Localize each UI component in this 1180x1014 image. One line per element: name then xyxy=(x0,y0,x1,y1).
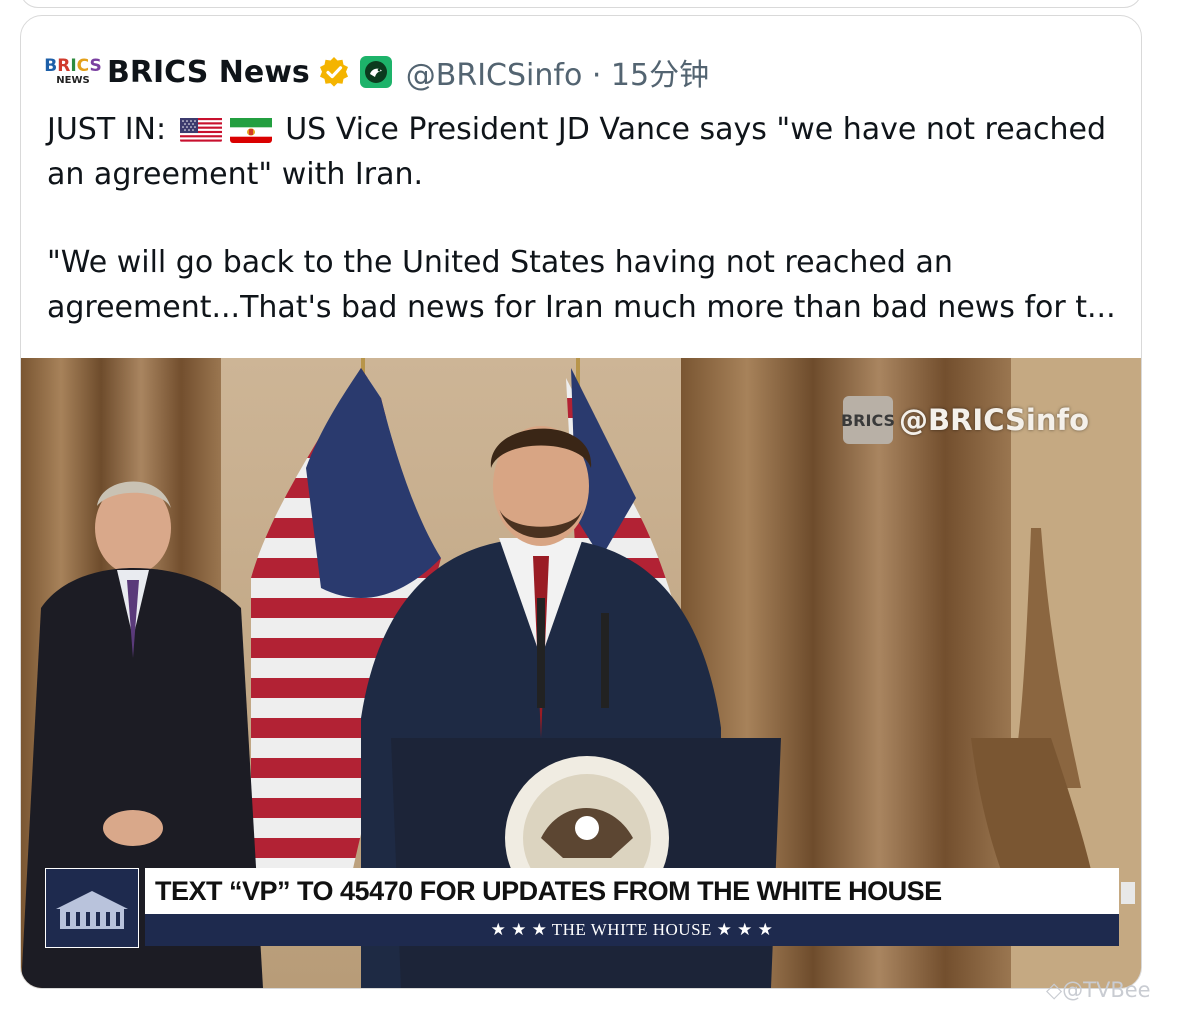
just-in-label: JUST IN: xyxy=(47,112,167,147)
tweet-video[interactable]: BRICS @BRICSinfo TEXT “VP” TO 45470 FOR … xyxy=(21,358,1141,988)
lower-third-subbar: ★ ★ ★ THE WHITE HOUSE ★ ★ ★ xyxy=(145,914,1119,946)
tvbee-logo-icon: ◇ xyxy=(1046,978,1063,1002)
tweet-card[interactable]: BRICS NEWS BRICS News @BRICSinfo · 15分钟 … xyxy=(20,15,1142,989)
verified-badge-icon xyxy=(318,56,350,88)
tvbee-watermark: ◇ @TVBee xyxy=(1046,978,1151,1002)
tweet-line-1: JUST IN: US Vice President JD Vance says… xyxy=(47,108,1127,153)
lower-third-banner: TEXT “VP” TO 45470 FOR UPDATES FROM THE … xyxy=(45,868,1139,948)
lower-third-headline: TEXT “VP” TO 45470 FOR UPDATES FROM THE … xyxy=(145,868,1119,914)
tweet-header: BRICS NEWS BRICS News @BRICSinfo · 15分钟 xyxy=(44,50,709,94)
tvbee-label: @TVBee xyxy=(1062,978,1151,1002)
tweet-text: JUST IN: US Vice President JD Vance says… xyxy=(47,108,1127,330)
affiliate-badge-icon[interactable] xyxy=(359,56,392,88)
brics-watermark: BRICS @BRICSinfo xyxy=(841,396,1090,444)
avatar-logo-line1: BRICS xyxy=(44,56,102,76)
us-flag-icon xyxy=(179,115,222,143)
white-house-icon xyxy=(45,868,139,948)
display-name[interactable]: BRICS News xyxy=(107,55,310,90)
previous-tweet-card xyxy=(20,0,1142,8)
tweet-text-line1: US Vice President JD Vance says "we have… xyxy=(285,112,1107,147)
handle-and-timestamp[interactable]: @BRICSinfo · 15分钟 xyxy=(406,50,709,94)
lower-third-tab xyxy=(1121,882,1135,904)
brics-news-avatar[interactable]: BRICS NEWS xyxy=(44,53,102,91)
iran-flag-icon xyxy=(229,115,272,143)
podium xyxy=(391,738,781,988)
watermark-handle: @BRICSinfo xyxy=(899,403,1090,437)
tweet-line-4: agreement...That's bad news for Iran muc… xyxy=(47,289,1116,325)
tweet-line-2: an agreement" with Iran. xyxy=(47,156,424,192)
tweet-line-3: "We will go back to the United States ha… xyxy=(47,245,953,280)
watermark-logo: BRICS xyxy=(841,396,895,444)
headline-text: TEXT “VP” TO 45470 FOR UPDATES FROM THE … xyxy=(155,875,942,906)
white-house-label: ★ ★ ★ THE WHITE HOUSE ★ ★ ★ xyxy=(490,920,774,939)
avatar-logo-line2: NEWS xyxy=(56,75,90,86)
